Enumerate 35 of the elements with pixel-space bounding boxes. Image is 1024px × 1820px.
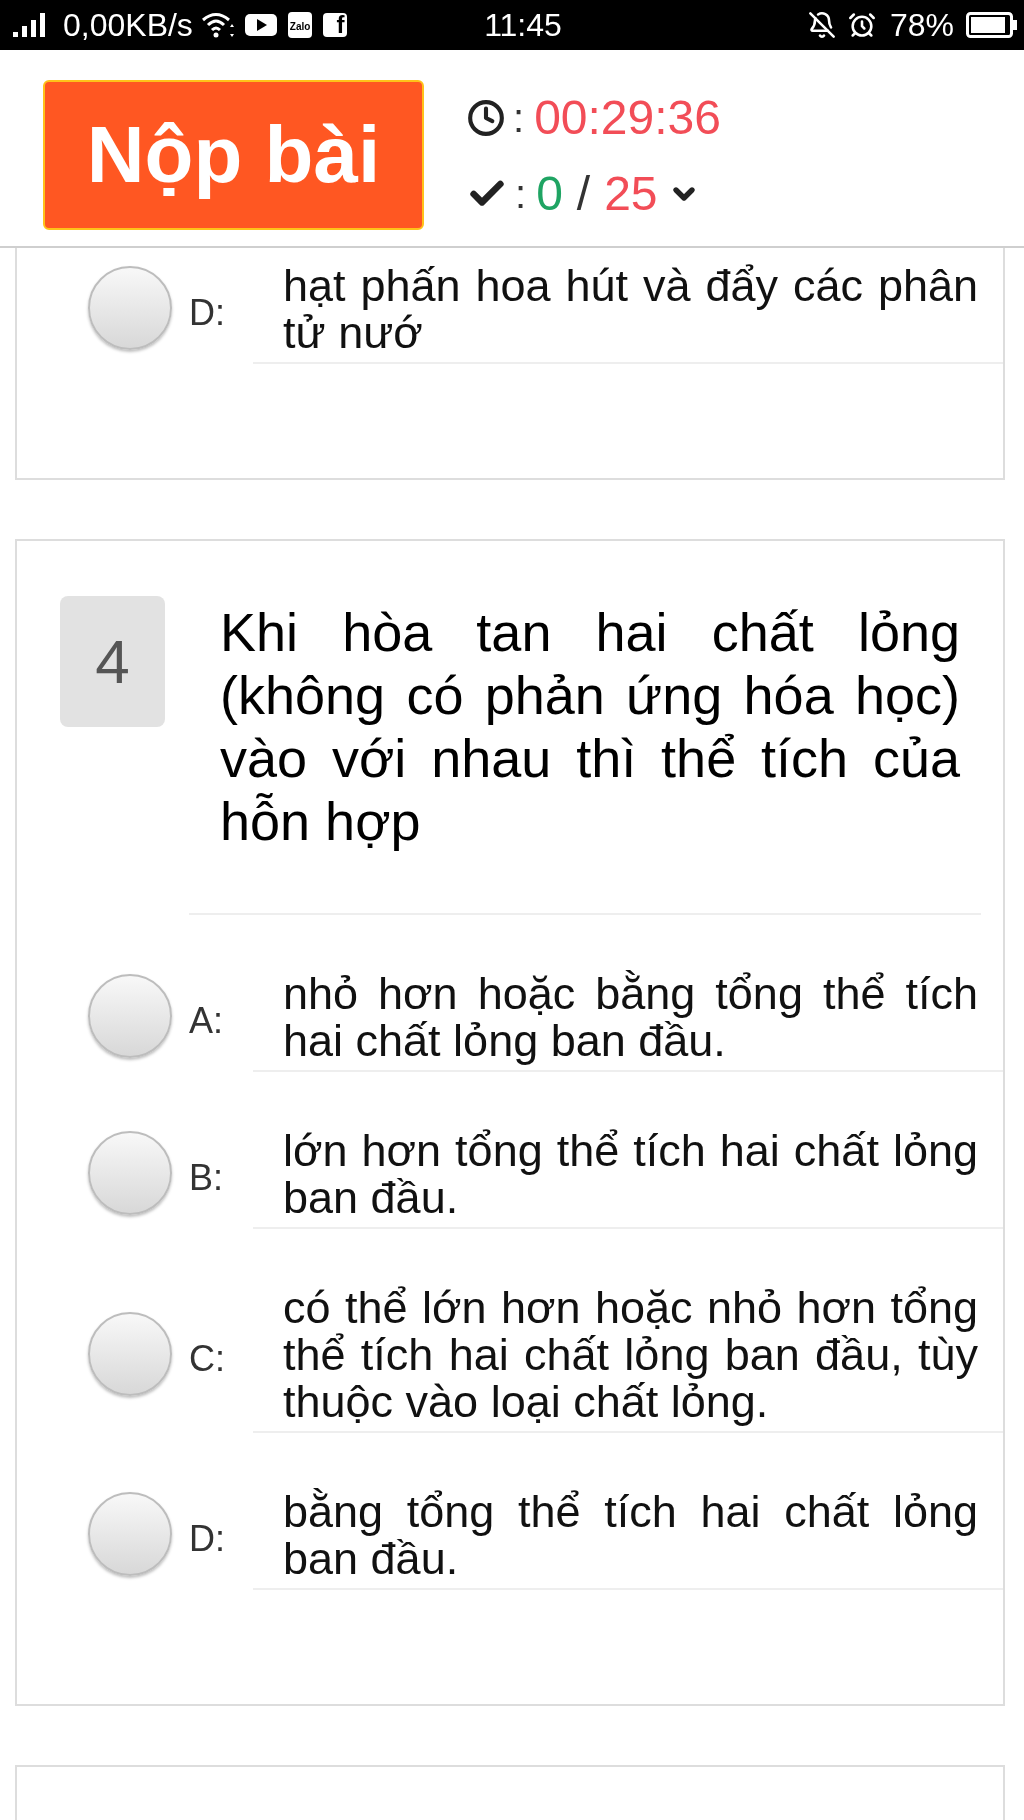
option-text: có thể lớn hơn hoặc nhỏ hơn tổng thể tích hai chất lỏng ban đầu, tùy thuộc vào loại chất lỏng. (283, 1284, 978, 1425)
option-text: lớn hơn tổng thể tích hai chất lỏng ban đầu. (283, 1127, 978, 1221)
timer-separator: : (513, 98, 525, 138)
submit-button[interactable]: Nộp bài (43, 80, 424, 230)
play-icon (244, 14, 277, 36)
radio-button[interactable] (88, 1131, 172, 1215)
option-letter: C: (189, 1340, 225, 1377)
app-badge: Zalo (287, 12, 313, 38)
muted-bell-icon (807, 11, 836, 39)
option-letter: D: (189, 295, 225, 331)
total-count: 25 (604, 170, 658, 218)
timer-value: 00:29:36 (534, 94, 721, 142)
clock-icon (467, 99, 505, 137)
wifi-icon (200, 11, 235, 39)
option-text: hạt phấn hoa hút và đẩy các phân tử nướ (283, 262, 978, 356)
progress-separator: : (515, 174, 527, 214)
option-letter: B: (189, 1160, 223, 1196)
question-text: Khi hòa tan hai chất lỏng (không có phản ứng hóa học) vào với nhau thì thể tích của hỗn hợp (220, 601, 960, 853)
network-speed: 0,00KB/s (63, 9, 193, 41)
radio-button[interactable] (88, 1492, 172, 1576)
battery-icon (966, 12, 1018, 38)
alarm-clock-icon (847, 11, 876, 39)
battery-percent: 78% (889, 9, 954, 41)
count-slash: / (576, 170, 591, 218)
app-badge: f (323, 13, 348, 37)
radio-button[interactable] (88, 266, 172, 350)
option-letter: A: (189, 1003, 223, 1039)
radio-button[interactable] (88, 1311, 172, 1396)
option-text: bằng tổng thể tích hai chất lỏng ban đầu. (283, 1488, 978, 1582)
radio-button[interactable] (88, 974, 172, 1058)
answered-count: 0 (536, 170, 563, 218)
clock-time: 11:45 (484, 9, 562, 41)
option-text: nhỏ hơn hoặc bằng tổng thể tích hai chất lỏng ban đầu. (283, 970, 978, 1064)
question-number: 4 (60, 596, 165, 727)
option-letter: D: (189, 1521, 225, 1557)
